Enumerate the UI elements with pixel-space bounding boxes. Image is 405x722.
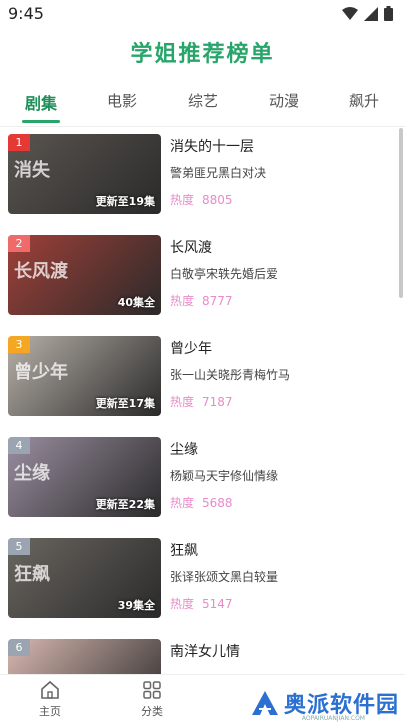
list-item[interactable]: 曾少年 3 更新至17集 曾少年 张一山关晓彤青梅竹马 热度 7187 [0,330,400,430]
ranking-list: 消失 1 更新至19集 消失的十一层 警弟匪兄黑白对决 热度 8805 长风渡 2… [0,128,405,674]
tab-variety[interactable]: 综艺 [173,90,233,111]
scrollbar[interactable] [399,128,403,298]
show-title[interactable]: 曾少年 [170,338,212,358]
tab-movie[interactable]: 电影 [92,90,152,111]
rank-badge: 5 [8,538,30,555]
nav-home-button[interactable]: 主页 [20,679,80,719]
heat-label: 热度 [170,395,195,409]
grid-icon [143,681,161,699]
page-title: 学姐推荐榜单 [130,42,275,67]
status-bar: 9:45 [0,0,405,28]
status-time: 9:45 [8,4,44,23]
poster-thumbnail[interactable]: 狂飙 5 39集全 [8,538,161,618]
tab-anime[interactable]: 动漫 [254,90,314,111]
list-item[interactable]: 6 南洋女儿情 [0,633,400,674]
show-description: 白敬亭宋轶先婚后爱 [170,267,279,281]
show-title[interactable]: 南洋女儿情 [170,641,240,661]
poster-art: 消失 [14,160,50,181]
rank-badge: 2 [8,235,30,252]
nav-category-button[interactable]: 分类 [122,679,182,719]
rank-badge: 1 [8,134,30,151]
heat-value: 8805 [202,193,233,207]
heat-value: 7187 [202,395,233,409]
tab-underline [22,120,60,123]
poster-art: 长风渡 [14,261,68,282]
rank-badge: 3 [8,336,30,353]
poster-art: 狂飙 [14,564,50,585]
show-title[interactable]: 尘缘 [170,439,198,459]
poster-thumbnail[interactable]: 长风渡 2 40集全 [8,235,161,315]
list-item[interactable]: 长风渡 2 40集全 长风渡 白敬亭宋轶先婚后爱 热度 8777 [0,229,400,329]
episode-status: 更新至17集 [95,397,155,410]
episode-status: 更新至19集 [95,195,155,208]
heat-label: 热度 [170,597,195,611]
poster-thumbnail[interactable]: 6 [8,639,161,674]
tab-rising[interactable]: 飙升 [334,90,394,111]
heat-score: 热度 5147 [170,595,233,612]
list-item[interactable]: 尘缘 4 更新至22集 尘缘 杨颖马天宇修仙情缘 热度 5688 [0,431,400,531]
list-item[interactable]: 消失 1 更新至19集 消失的十一层 警弟匪兄黑白对决 热度 8805 [0,128,400,228]
heat-value: 5147 [202,597,233,611]
tab-drama[interactable]: 剧集 [11,90,71,114]
episode-status: 40集全 [117,296,155,309]
heat-score: 热度 8805 [170,191,233,208]
home-icon [41,680,59,699]
episode-status: 39集全 [117,599,155,612]
heat-label: 热度 [170,496,195,510]
heat-score: 热度 7187 [170,393,233,410]
heat-score: 热度 5688 [170,494,233,511]
heat-score: 热度 8777 [170,292,233,309]
watermark-url: AOPAIRUANJIAN.COM [301,715,365,722]
show-title[interactable]: 狂飙 [170,540,198,560]
heat-label: 热度 [170,294,195,308]
status-icons [342,6,393,21]
show-description: 警弟匪兄黑白对决 [170,166,267,180]
heat-label: 热度 [170,193,195,207]
heat-value: 8777 [202,294,233,308]
poster-art: 曾少年 [14,362,68,383]
rank-badge: 4 [8,437,30,454]
logo-icon [251,691,278,715]
heat-value: 5688 [202,496,233,510]
category-tabs: 剧集 电影 综艺 动漫 飙升 [0,86,405,127]
battery-icon [384,6,393,21]
rank-badge: 6 [8,639,30,656]
poster-thumbnail[interactable]: 尘缘 4 更新至22集 [8,437,161,517]
wifi-icon [342,6,358,20]
show-title[interactable]: 长风渡 [170,237,212,257]
poster-thumbnail[interactable]: 消失 1 更新至19集 [8,134,161,214]
show-title[interactable]: 消失的十一层 [170,136,254,156]
episode-status: 更新至22集 [95,498,155,511]
show-description: 张一山关晓彤青梅竹马 [170,368,291,382]
bottom-nav: 主页 分类 奥派软件园 AOPAIRUANJIAN.COM [0,674,405,722]
show-description: 张译张颂文黑白较量 [170,570,279,584]
signal-icon [364,6,378,21]
poster-art: 尘缘 [14,463,50,484]
list-item[interactable]: 狂飙 5 39集全 狂飙 张译张颂文黑白较量 热度 5147 [0,532,400,632]
show-description: 杨颖马天宇修仙情缘 [170,469,279,483]
nav-category-label: 分类 [141,705,163,718]
watermark: 奥派软件园 AOPAIRUANJIAN.COM [250,687,399,722]
nav-home-label: 主页 [39,705,61,718]
poster-thumbnail[interactable]: 曾少年 3 更新至17集 [8,336,161,416]
